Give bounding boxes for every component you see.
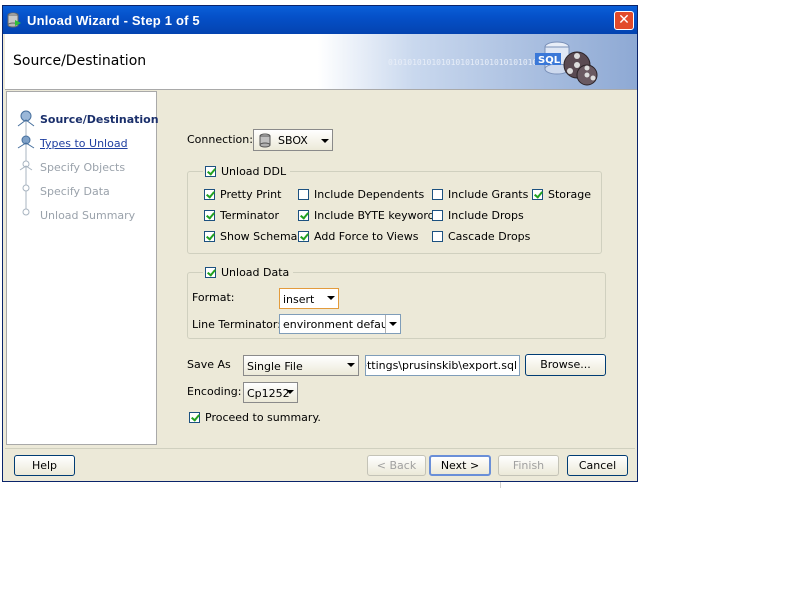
checkbox-box[interactable] <box>205 267 216 278</box>
include-drops-label: Include Drops <box>448 209 524 222</box>
chevron-down-icon <box>385 315 400 333</box>
include-drops-checkbox[interactable]: Include Drops <box>432 209 524 222</box>
checkbox-box[interactable] <box>298 231 309 242</box>
checkbox-box[interactable] <box>298 210 309 221</box>
back-button: < Back <box>367 455 426 476</box>
format-select[interactable]: insert <box>279 288 339 309</box>
proceed-to-summary-checkbox[interactable]: Proceed to summary. <box>189 411 321 424</box>
title-bar[interactable]: Unload Wizard - Step 1 of 5 ✕ <box>3 6 637 34</box>
connection-value: SBOX <box>278 134 308 147</box>
next-button[interactable]: Next > <box>429 455 491 476</box>
close-button[interactable]: ✕ <box>614 11 634 30</box>
line-terminator-select[interactable]: environment default <box>279 314 401 334</box>
include-dependents-label: Include Dependents <box>314 188 425 201</box>
wizard-content: Connection: SBOX Unload DDL Pretty Print… <box>157 91 637 445</box>
save-as-mode-select[interactable]: Single File <box>243 355 359 376</box>
checkbox-box[interactable] <box>432 231 443 242</box>
storage-label: Storage <box>548 188 592 201</box>
cascade-drops-label: Cascade Drops <box>448 230 531 243</box>
checkbox-box[interactable] <box>204 210 215 221</box>
checkbox-box[interactable] <box>298 189 309 200</box>
pretty-print-checkbox[interactable]: Pretty Print <box>204 188 281 201</box>
chevron-down-icon <box>321 139 329 143</box>
step-specify-data: Specify Data <box>40 185 110 198</box>
checkbox-box[interactable] <box>532 189 543 200</box>
cancel-button[interactable]: Cancel <box>567 455 628 476</box>
chevron-down-icon <box>347 363 355 367</box>
pretty-print-label: Pretty Print <box>220 188 282 201</box>
database-icon <box>259 133 271 148</box>
connection-label: Connection: <box>187 133 253 146</box>
step-source-destination[interactable]: Source/Destination <box>40 113 159 126</box>
database-app-icon <box>7 12 21 28</box>
step-specify-objects: Specify Objects <box>40 161 126 174</box>
show-schema-checkbox[interactable]: Show Schema <box>204 230 297 243</box>
encoding-label: Encoding: <box>187 385 242 398</box>
add-force-to-views-checkbox[interactable]: Add Force to Views <box>298 230 418 243</box>
include-byte-keyword-checkbox[interactable]: Include BYTE keyword <box>298 209 435 222</box>
step-track-icon <box>17 110 35 216</box>
encoding-select[interactable]: Cp1252 <box>243 382 298 403</box>
checkbox-box[interactable] <box>432 210 443 221</box>
checkbox-box[interactable] <box>204 189 215 200</box>
unload-wizard-window: Unload Wizard - Step 1 of 5 ✕ 0101010101… <box>2 5 638 482</box>
connection-select[interactable]: SBOX <box>253 129 333 151</box>
wizard-steps-panel: Source/Destination Types to Unload Speci… <box>6 91 159 445</box>
close-icon: ✕ <box>618 12 630 28</box>
window-title: Unload Wizard - Step 1 of 5 <box>27 13 200 28</box>
help-button[interactable]: Help <box>14 455 75 476</box>
sql-film-reel-logo-icon: SQL <box>535 41 598 86</box>
line-terminator-value: environment default <box>283 318 396 331</box>
include-grants-checkbox[interactable]: Include Grants <box>432 188 528 201</box>
sql-logo-text: SQL <box>538 55 561 66</box>
background-divider <box>500 482 501 488</box>
include-grants-label: Include Grants <box>448 188 529 201</box>
unload-data-label: Unload Data <box>221 266 290 279</box>
save-as-label: Save As <box>187 358 231 371</box>
terminator-label: Terminator <box>220 209 279 222</box>
chevron-down-icon <box>286 390 294 394</box>
save-as-path-value: d Settings\prusinskib\export.sql <box>365 359 517 372</box>
checkbox-box[interactable] <box>205 166 216 177</box>
browse-button[interactable]: Browse... <box>525 354 606 376</box>
chevron-down-icon <box>327 296 335 300</box>
line-terminator-label: Line Terminator: <box>192 318 281 331</box>
save-as-mode-value: Single File <box>247 360 303 373</box>
step-unload-summary: Unload Summary <box>40 209 136 222</box>
cascade-drops-checkbox[interactable]: Cascade Drops <box>432 230 530 243</box>
terminator-checkbox[interactable]: Terminator <box>204 209 279 222</box>
storage-checkbox[interactable]: Storage <box>532 188 591 201</box>
save-as-path-input[interactable]: d Settings\prusinskib\export.sql <box>365 355 520 376</box>
unload-ddl-label: Unload DDL <box>221 165 287 178</box>
finish-button: Finish <box>498 455 559 476</box>
wizard-banner: 0101010101010101010101010101010 Source/D… <box>5 34 637 90</box>
button-separator <box>5 448 635 449</box>
include-dependents-checkbox[interactable]: Include Dependents <box>298 188 424 201</box>
unload-ddl-checkbox[interactable]: Unload DDL <box>203 165 291 178</box>
format-label: Format: <box>192 291 235 304</box>
add-force-to-views-label: Add Force to Views <box>314 230 419 243</box>
format-value: insert <box>283 293 315 306</box>
checkbox-box[interactable] <box>204 231 215 242</box>
checkbox-box[interactable] <box>189 412 200 423</box>
show-schema-label: Show Schema <box>220 230 298 243</box>
proceed-to-summary-label: Proceed to summary. <box>205 411 321 424</box>
banner-binary-text: 0101010101010101010101010101010 <box>388 58 538 67</box>
checkbox-box[interactable] <box>432 189 443 200</box>
include-byte-keyword-label: Include BYTE keyword <box>314 209 435 222</box>
unload-data-checkbox[interactable]: Unload Data <box>203 266 294 279</box>
page-title: Source/Destination <box>13 53 147 69</box>
step-types-to-unload[interactable]: Types to Unload <box>40 137 128 150</box>
